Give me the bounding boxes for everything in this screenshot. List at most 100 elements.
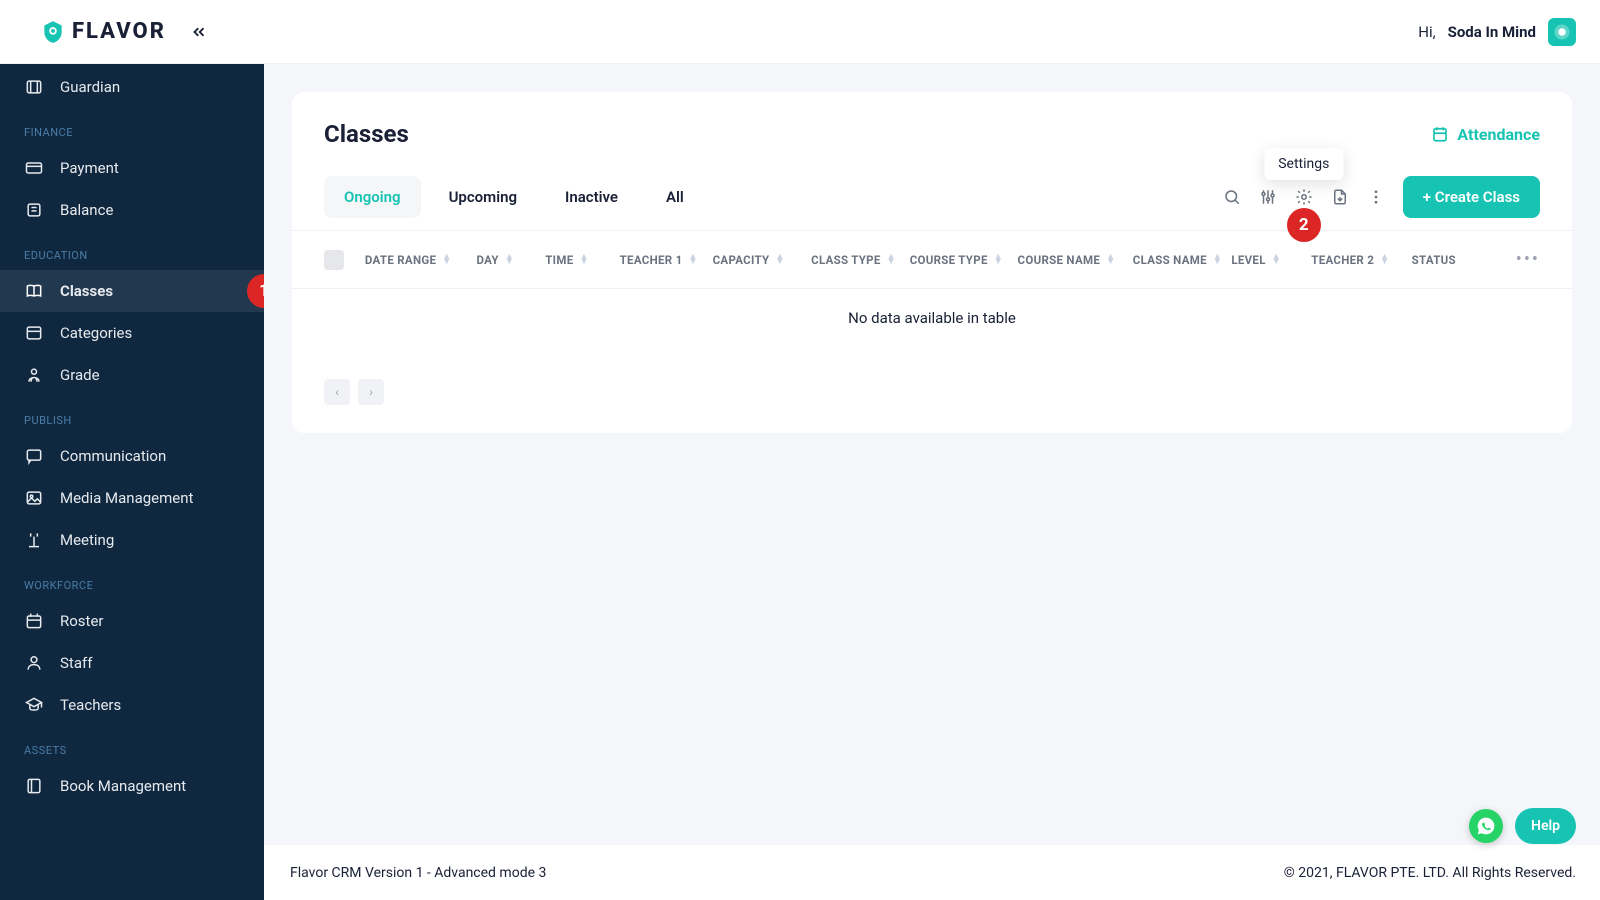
footer-version: Flavor CRM Version 1 - Advanced mode 3 <box>290 865 546 881</box>
user-area[interactable]: Hi, Soda In Mind <box>1418 18 1576 46</box>
sidebar-item-balance[interactable]: Balance <box>0 189 264 231</box>
attendance-link[interactable]: Attendance <box>1431 125 1540 144</box>
teachers-icon <box>24 695 44 715</box>
th-level[interactable]: LEVEL▲▼ <box>1231 253 1311 267</box>
create-class-button[interactable]: + Create Class <box>1403 176 1540 218</box>
select-all-checkbox[interactable] <box>324 250 365 270</box>
settings-icon[interactable]: Settings 2 <box>1295 188 1313 206</box>
sidebar-item-media-management[interactable]: Media Management <box>0 477 264 519</box>
page-title: Classes <box>324 120 409 148</box>
brand-logo[interactable]: FLAVOR <box>40 19 166 45</box>
sidebar-item-label: Roster <box>60 612 103 630</box>
sidebar-heading-finance: FINANCE <box>0 108 264 147</box>
roster-icon <box>24 611 44 631</box>
sidebar-collapse-button[interactable] <box>190 23 208 41</box>
badge-2: 2 <box>1287 208 1321 242</box>
more-icon[interactable] <box>1367 188 1385 206</box>
classes-card: Classes Attendance Ongoing Upcoming Inac… <box>292 92 1572 433</box>
th-class-name[interactable]: CLASS NAME▲▼ <box>1133 253 1232 267</box>
tab-upcoming[interactable]: Upcoming <box>429 176 537 218</box>
sidebar-item-grade[interactable]: Grade <box>0 354 264 396</box>
th-teacher-1[interactable]: TEACHER 1▲▼ <box>620 253 713 267</box>
sidebar-item-label: Payment <box>60 159 119 177</box>
media-icon <box>24 488 44 508</box>
sidebar-item-label: Communication <box>60 447 166 465</box>
categories-icon <box>24 323 44 343</box>
prev-page-button[interactable]: ‹ <box>324 379 350 405</box>
sidebar-item-label: Meeting <box>60 531 114 549</box>
th-status[interactable]: STATUS <box>1412 253 1516 267</box>
footer: Flavor CRM Version 1 - Advanced mode 3 ©… <box>264 844 1600 900</box>
export-icon[interactable] <box>1331 188 1349 206</box>
main-content: Classes Attendance Ongoing Upcoming Inac… <box>264 64 1600 900</box>
table-empty-message: No data available in table <box>292 289 1572 347</box>
toolbar: Settings 2 + Create Class <box>1223 176 1540 218</box>
table-header-row: DATE RANGE▲▼ DAY▲▼ TIME▲▼ TEACHER 1▲▼ CA… <box>292 230 1572 289</box>
sidebar-item-label: Teachers <box>60 696 121 714</box>
th-course-name[interactable]: COURSE NAME▲▼ <box>1018 253 1133 267</box>
search-icon[interactable] <box>1223 188 1241 206</box>
tab-inactive[interactable]: Inactive <box>545 176 638 218</box>
sidebar-item-roster[interactable]: Roster <box>0 600 264 642</box>
th-course-type[interactable]: COURSE TYPE▲▼ <box>910 253 1018 267</box>
sidebar-item-book-management[interactable]: Book Management <box>0 765 264 807</box>
sidebar-item-meeting[interactable]: Meeting <box>0 519 264 561</box>
staff-icon <box>24 653 44 673</box>
th-time[interactable]: TIME▲▼ <box>545 253 619 267</box>
user-name: Soda In Mind <box>1448 23 1536 41</box>
sidebar-item-label: Book Management <box>60 777 186 795</box>
card-icon <box>24 158 44 178</box>
th-more[interactable]: ••• <box>1516 249 1540 270</box>
book-icon <box>24 281 44 301</box>
sidebar-item-guardian[interactable]: Guardian <box>0 66 264 108</box>
balance-icon <box>24 200 44 220</box>
grade-icon <box>24 365 44 385</box>
logo-area: FLAVOR <box>40 19 208 45</box>
pagination: ‹ › <box>292 363 1572 433</box>
floating-actions: Help <box>1469 808 1576 844</box>
whatsapp-button[interactable] <box>1469 809 1503 843</box>
top-header: FLAVOR Hi, Soda In Mind <box>0 0 1600 64</box>
help-button[interactable]: Help <box>1515 808 1576 844</box>
sidebar-item-classes[interactable]: Classes 1 <box>0 270 264 312</box>
th-day[interactable]: DAY▲▼ <box>476 253 545 267</box>
th-capacity[interactable]: CAPACITY▲▼ <box>713 253 812 267</box>
calendar-icon <box>1431 125 1449 143</box>
sidebar-item-payment[interactable]: Payment <box>0 147 264 189</box>
greeting-prefix: Hi, <box>1418 23 1435 41</box>
sidebar-heading-assets: ASSETS <box>0 726 264 765</box>
sidebar-item-label: Categories <box>60 324 132 342</box>
guardian-icon <box>24 77 44 97</box>
th-date-range[interactable]: DATE RANGE▲▼ <box>365 253 477 267</box>
sidebar-item-label: Media Management <box>60 489 193 507</box>
user-avatar[interactable] <box>1548 18 1576 46</box>
th-class-type[interactable]: CLASS TYPE▲▼ <box>811 253 910 267</box>
books-icon <box>24 776 44 796</box>
sidebar-item-label: Guardian <box>60 78 120 96</box>
sidebar: Guardian FINANCE Payment Balance EDUCATI… <box>0 64 264 900</box>
meeting-icon <box>24 530 44 550</box>
sidebar-item-label: Balance <box>60 201 113 219</box>
sidebar-item-communication[interactable]: Communication <box>0 435 264 477</box>
sidebar-item-label: Staff <box>60 654 92 672</box>
logo-icon <box>40 19 66 45</box>
settings-tooltip: Settings <box>1264 148 1343 180</box>
sidebar-heading-workforce: WORKFORCE <box>0 561 264 600</box>
sidebar-item-categories[interactable]: Categories <box>0 312 264 354</box>
sidebar-heading-publish: PUBLISH <box>0 396 264 435</box>
filter-icon[interactable] <box>1259 188 1277 206</box>
attendance-label: Attendance <box>1457 125 1540 144</box>
tab-ongoing[interactable]: Ongoing <box>324 176 421 218</box>
next-page-button[interactable]: › <box>358 379 384 405</box>
sidebar-item-teachers[interactable]: Teachers <box>0 684 264 726</box>
sidebar-item-label: Grade <box>60 366 100 384</box>
th-teacher-2[interactable]: TEACHER 2▲▼ <box>1311 253 1411 267</box>
tab-all[interactable]: All <box>646 176 704 218</box>
chat-icon <box>24 446 44 466</box>
badge-1: 1 <box>247 274 264 308</box>
tabs: Ongoing Upcoming Inactive All <box>324 176 704 218</box>
table: DATE RANGE▲▼ DAY▲▼ TIME▲▼ TEACHER 1▲▼ CA… <box>292 230 1572 363</box>
sidebar-item-staff[interactable]: Staff <box>0 642 264 684</box>
footer-copyright: © 2021, FLAVOR PTE. LTD. All Rights Rese… <box>1284 865 1576 881</box>
sidebar-item-label: Classes <box>60 282 113 300</box>
